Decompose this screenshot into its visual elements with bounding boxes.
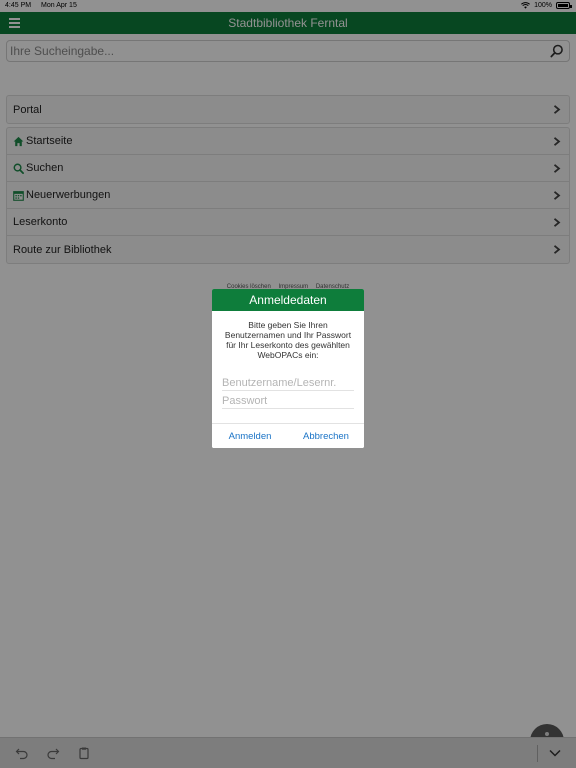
password-field-container (222, 391, 354, 410)
username-input[interactable] (222, 374, 354, 392)
login-button[interactable]: Anmelden (212, 424, 288, 448)
login-dialog: Anmeldedaten Bitte geben Sie Ihren Benut… (212, 289, 364, 448)
cancel-button[interactable]: Abbrechen (288, 424, 364, 448)
dialog-message: Bitte geben Sie Ihren Benutzernamen und … (224, 320, 352, 360)
dialog-buttons: Anmelden Abbrechen (212, 423, 364, 448)
password-input[interactable] (222, 392, 354, 410)
username-field-container (222, 373, 354, 392)
dialog-title: Anmeldedaten (212, 289, 364, 311)
